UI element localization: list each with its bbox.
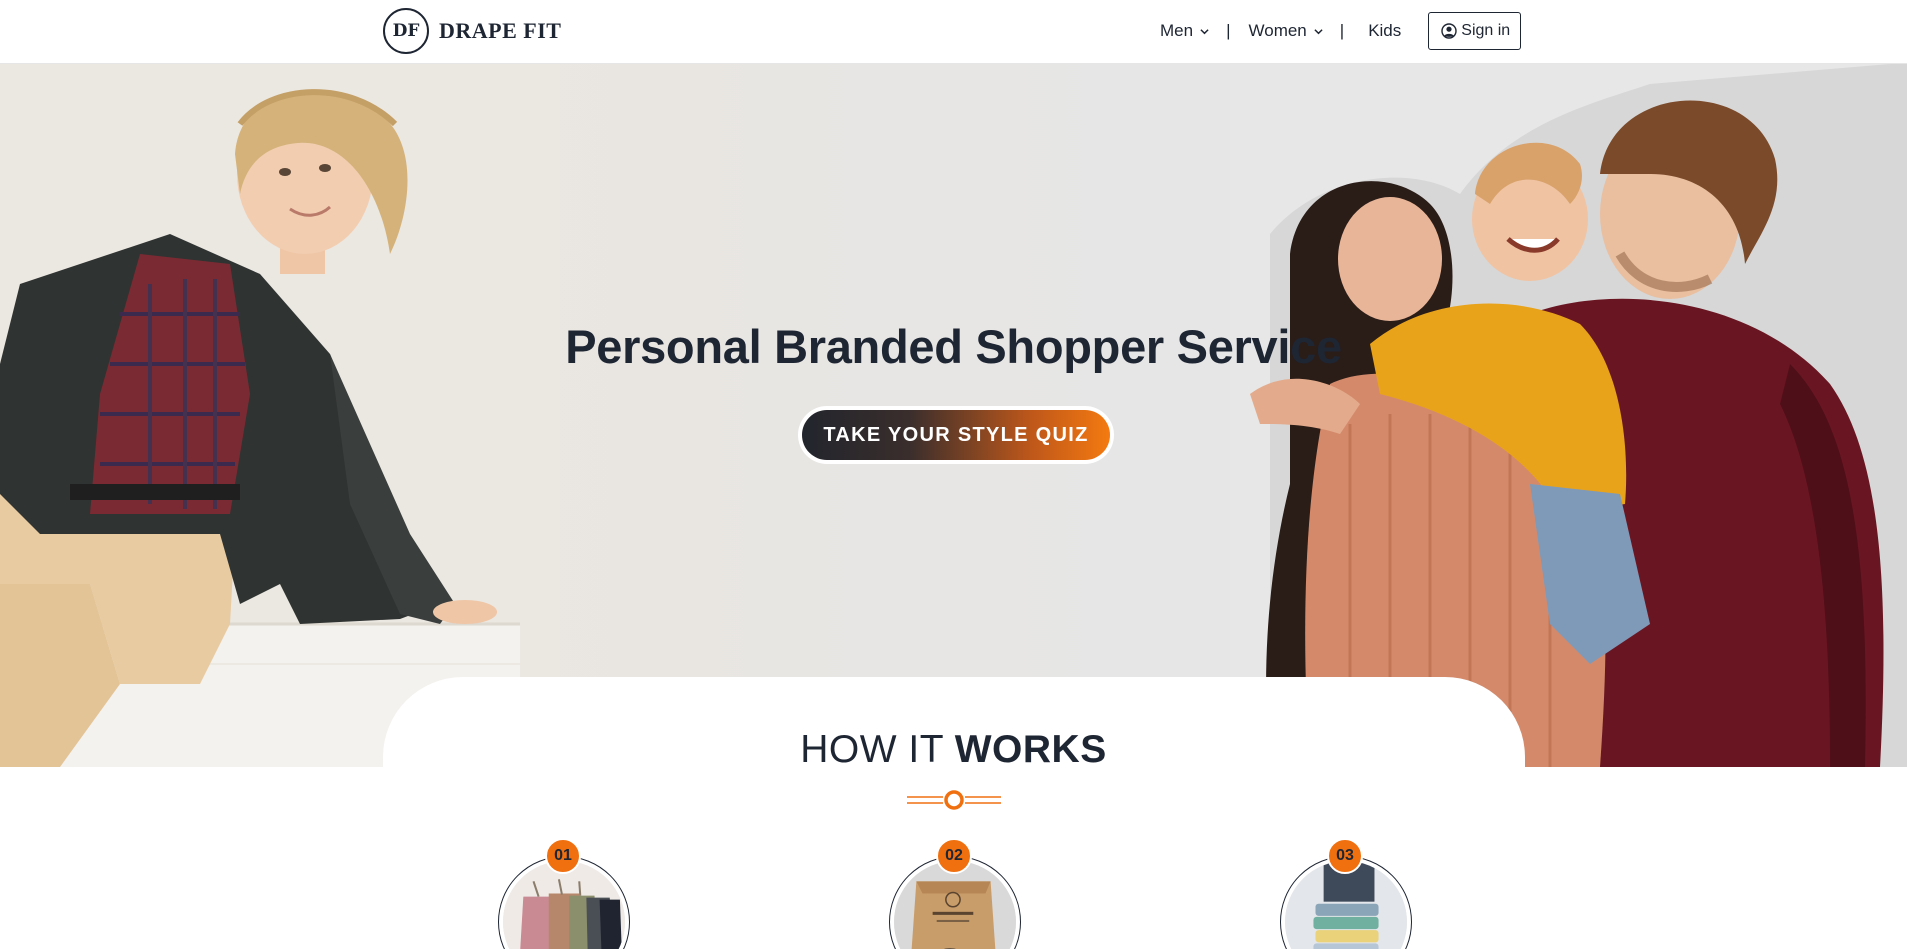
style-quiz-button[interactable]: TAKE YOUR STYLE QUIZ [798, 406, 1114, 464]
nav-kids[interactable]: Kids [1368, 21, 1401, 41]
step-card-1: 01 [498, 838, 632, 949]
logo-mark: DF [383, 8, 429, 54]
nav-separator: | [1339, 21, 1345, 40]
step-card-2: 02 [889, 838, 1023, 949]
hero-banner: Personal Branded Shopper Service TAKE YO… [0, 64, 1907, 767]
main-nav: Men | Women | Kids Sign in [1160, 12, 1522, 50]
site-header: DF DRAPE FIT Men | Women | Kids Sign in [0, 0, 1907, 64]
nav-men[interactable]: Men [1160, 21, 1209, 41]
hanging-sweaters-image [503, 861, 625, 949]
section-divider-ornament [907, 790, 1001, 810]
nav-men-label: Men [1160, 21, 1194, 40]
hero-family-image [1230, 64, 1907, 767]
nav-women-label: Women [1248, 21, 1307, 40]
how-it-works-title-bold: WORKS [954, 728, 1107, 771]
user-circle-icon [1441, 23, 1457, 39]
step-card-3: 03 [1280, 838, 1414, 949]
logo-text: DRAPE FIT [439, 18, 562, 43]
brand-logo[interactable]: DF DRAPE FIT [383, 8, 561, 54]
step-number-badge: 01 [545, 838, 581, 874]
sign-in-label: Sign in [1461, 22, 1511, 39]
hero-boy-image [0, 64, 560, 767]
nav-separator: | [1226, 21, 1231, 40]
how-it-works-title: HOW IT WORKS [0, 728, 1907, 772]
style-quiz-label: TAKE YOUR STYLE QUIZ [802, 410, 1110, 460]
sign-in-button[interactable]: Sign in [1428, 12, 1522, 50]
step-number-badge: 02 [936, 838, 972, 874]
nav-women[interactable]: Women [1249, 21, 1323, 41]
nav-kids-label: Kids [1368, 21, 1402, 40]
chevron-down-icon [1200, 28, 1209, 34]
how-it-works-title-light: HOW IT [800, 728, 944, 771]
drape-fit-box-image [894, 861, 1016, 949]
chevron-down-icon [1314, 28, 1323, 34]
folded-clothes-stack-image [1285, 861, 1407, 949]
step-number-badge: 03 [1327, 838, 1363, 874]
hero-title: Personal Branded Shopper Service [565, 320, 1342, 373]
